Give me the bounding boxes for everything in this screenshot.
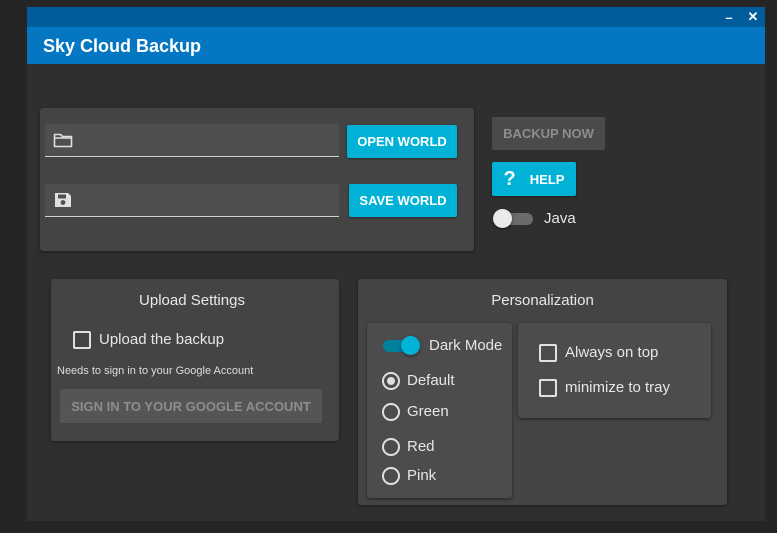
theme-label-pink: Pink [407,467,437,484]
upload-settings-heading: Upload Settings [139,292,245,309]
window-chrome: – ✕ [27,7,765,27]
theme-subpanel: Dark Mode Default Green Red Pink [367,323,512,498]
always-on-top-checkbox[interactable] [539,344,557,362]
open-world-button[interactable]: OPEN WORLD [347,125,457,158]
theme-radio-default[interactable] [382,372,400,390]
upload-backup-checkbox[interactable] [73,331,91,349]
help-button-label: HELP [529,171,565,187]
upload-settings-panel: Upload Settings Upload the backup Needs … [51,279,339,441]
dark-mode-toggle-thumb[interactable] [401,336,420,355]
title-bar: Sky Cloud Backup [27,27,765,64]
open-world-input[interactable] [81,124,335,158]
minimize-to-tray-label: minimize to tray [565,379,671,396]
personalization-heading: Personalization [491,292,594,309]
theme-radio-red[interactable] [382,438,400,456]
sign-in-note: Needs to sign in to your Google Account [57,365,254,377]
save-world-input[interactable] [81,184,335,218]
sign-in-google-button[interactable]: SIGN IN TO YOUR GOOGLE ACCOUNT [60,389,322,423]
open-world-field[interactable] [45,124,339,158]
help-icon: ? [503,167,516,190]
folder-icon [53,133,73,148]
java-toggle-thumb[interactable] [493,209,512,228]
app-window: – ✕ Sky Cloud Backup OPEN WORLD SAVE WOR… [27,7,765,521]
minimize-to-tray-checkbox[interactable] [539,379,557,397]
personalization-panel: Personalization Dark Mode Default Green … [358,279,727,505]
close-button[interactable]: ✕ [743,7,763,27]
save-icon [55,193,71,207]
upload-backup-label: Upload the backup [99,331,225,348]
theme-label-red: Red [407,438,435,455]
app-title: Sky Cloud Backup [43,36,202,56]
window-options-subpanel: Always on top minimize to tray [518,323,711,418]
minimize-button[interactable]: – [719,7,739,27]
close-icon: ✕ [747,9,759,24]
save-world-field[interactable] [45,184,339,218]
theme-label-green: Green [407,403,449,420]
help-button[interactable]: ? HELP [492,162,576,196]
save-world-button[interactable]: SAVE WORLD [349,184,457,217]
theme-label-default: Default [407,372,455,389]
dark-mode-label: Dark Mode [429,337,503,354]
theme-radio-green[interactable] [382,403,400,421]
minimize-icon: – [725,9,733,25]
backup-now-button[interactable]: BACKUP NOW [492,117,605,150]
theme-radio-pink[interactable] [382,467,400,485]
always-on-top-label: Always on top [565,344,659,361]
world-panel: OPEN WORLD SAVE WORLD [40,108,474,251]
java-label: Java [544,210,576,227]
